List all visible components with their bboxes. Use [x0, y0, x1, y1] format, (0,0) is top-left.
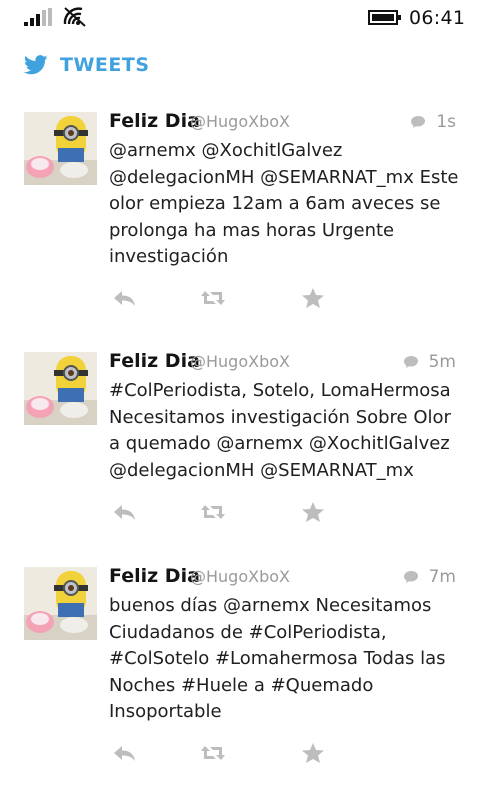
wifi-icon	[63, 7, 86, 27]
author-handle[interactable]: @HugoXboX	[190, 352, 290, 371]
page-title: TWEETS	[60, 54, 150, 76]
clock: 06:41	[409, 7, 466, 29]
star-icon[interactable]	[300, 742, 326, 764]
battery-icon	[368, 10, 401, 25]
tweet-actions	[112, 501, 352, 525]
speech-bubble-icon	[411, 116, 426, 128]
retweet-icon[interactable]	[200, 742, 226, 764]
author-handle[interactable]: @HugoXboX	[190, 112, 290, 131]
tweet-text: buenos días @arnemx Necesitamos Ciudadan…	[109, 595, 446, 722]
tweet-text: #ColPeriodista, Sotelo, LomaHermosa Nece…	[109, 380, 451, 481]
avatar[interactable]	[24, 352, 97, 425]
star-icon[interactable]	[300, 501, 326, 523]
tweet-text: @arnemx @XochitlGalvez @delegacionMH @SE…	[109, 140, 459, 267]
page-header: TWEETS	[24, 50, 150, 80]
avatar[interactable]	[24, 112, 97, 185]
tweet-meta: 5m	[403, 352, 456, 372]
author-name[interactable]: Feliz Dia	[109, 350, 200, 372]
author-name[interactable]: Feliz Dia	[109, 565, 200, 587]
tweet-meta: 7m	[403, 567, 456, 587]
reply-icon[interactable]	[112, 501, 138, 523]
star-icon[interactable]	[300, 287, 326, 309]
tweet-age: 5m	[428, 352, 456, 372]
reply-icon[interactable]	[112, 287, 138, 309]
tweet-age: 1s	[436, 112, 456, 132]
tweet-age: 7m	[428, 567, 456, 587]
reply-icon[interactable]	[112, 742, 138, 764]
retweet-icon[interactable]	[200, 287, 226, 309]
avatar[interactable]	[24, 567, 97, 640]
tweet-actions	[112, 742, 352, 766]
signal-strength-icon	[24, 8, 52, 26]
tweet-actions	[112, 287, 352, 311]
retweet-icon[interactable]	[200, 501, 226, 523]
author-handle[interactable]: @HugoXboX	[190, 567, 290, 586]
speech-bubble-icon	[403, 571, 418, 583]
tweet-meta: 1s	[410, 112, 456, 132]
author-name[interactable]: Feliz Dia	[109, 110, 200, 132]
status-bar: 06:41	[0, 0, 480, 36]
speech-bubble-icon	[403, 356, 418, 368]
twitter-bird-icon	[24, 55, 48, 75]
